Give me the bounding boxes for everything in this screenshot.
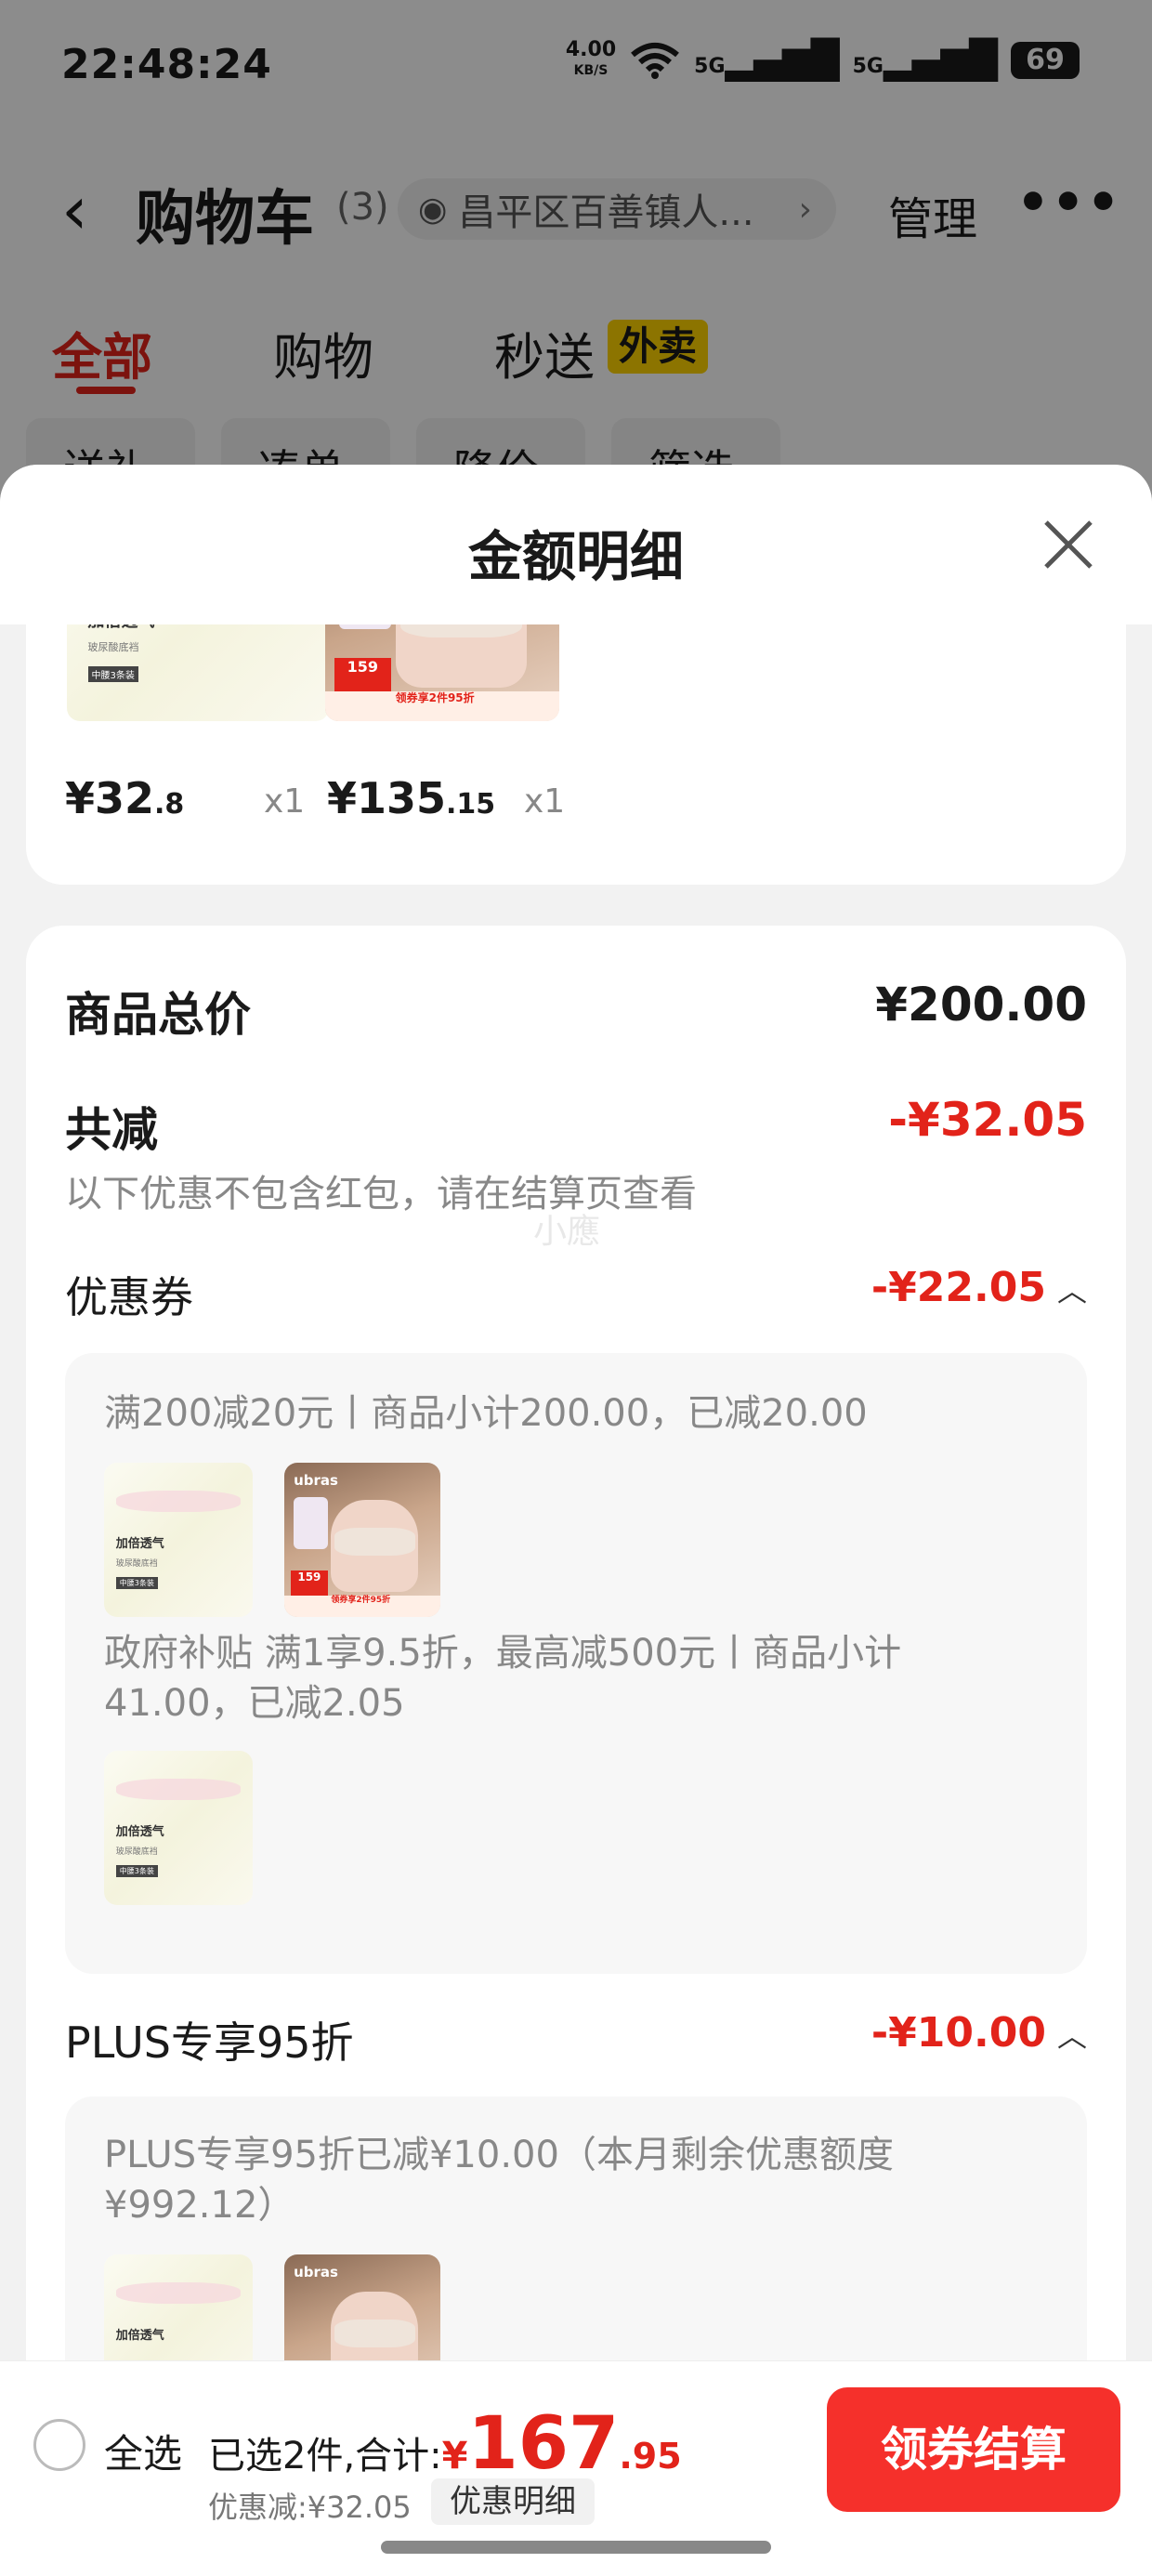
item-qty: x1 <box>524 782 566 821</box>
coupon-label: 优惠券 <box>65 1272 193 1322</box>
coupon-line-2: 政府补贴 满1享9.5折，最高减500元丨商品小计41.00，已减2.05 <box>104 1632 902 1725</box>
plus-toggle[interactable]: -¥10.00 ︿ <box>871 2009 1087 2057</box>
thumb-subtitle: 玻尿酸底裆 <box>87 640 139 653</box>
product-thumb-bra: ubras 159 领券享2件95折 <box>284 1463 440 1617</box>
item-price-int: ¥32 <box>65 773 155 823</box>
thumb-decoration <box>115 1778 242 1801</box>
summary-card: 商品总价 ¥200.00 共减 -¥32.05 以下优惠不包含红包，请在结算页查… <box>26 926 1126 2576</box>
thumb-title: 加倍透气 <box>115 1537 164 1552</box>
plus-value: -¥10.00 <box>871 2009 1046 2057</box>
thumb-subtitle: 玻尿酸底裆 <box>115 1847 158 1858</box>
item-price: ¥32.8 <box>65 773 184 823</box>
reduce-value: -¥32.05 <box>888 1093 1087 1147</box>
amount-detail-sheet: 金额明细 加倍透气 玻尿酸底裆 中腰3条装 159 领券享2件95折 ¥32.8… <box>0 465 1152 2576</box>
total-decimal: .95 <box>619 2436 682 2477</box>
plus-label: PLUS专享95折 <box>65 2017 354 2068</box>
sheet-header: 金额明细 <box>0 465 1152 624</box>
select-all-radio[interactable] <box>33 2419 85 2471</box>
item-price-dec: .8 <box>154 788 185 821</box>
thumb-mini-product <box>294 1496 329 1549</box>
thumb-tag: 中腰3条装 <box>115 1864 158 1877</box>
total-line: 已选2件,合计:¥167.95 <box>208 2402 682 2486</box>
item-price-dec: .15 <box>446 788 496 821</box>
thumb-price-tag: 159 <box>334 658 391 692</box>
thumb-promo-strip: 领券享2件95折 <box>325 691 559 721</box>
coupon-toggle[interactable]: -¥22.05 ︿ <box>871 1264 1087 1311</box>
item-price-int: ¥135 <box>327 773 447 823</box>
discount-detail-button[interactable]: 优惠明细 <box>431 2478 595 2525</box>
thumb-promo-strip: 领券享2件95折 <box>284 1595 440 1617</box>
reduce-note: 以下优惠不包含红包，请在结算页查看 <box>65 1173 697 1216</box>
thumb-tag: 中腰3条装 <box>87 666 138 683</box>
close-icon[interactable] <box>1041 517 1096 572</box>
total-integer: 167 <box>467 2402 620 2486</box>
item-price: ¥135.15 <box>327 773 495 823</box>
home-indicator[interactable] <box>381 2541 771 2554</box>
watermark: 小應 <box>533 1213 601 1251</box>
select-all-label[interactable]: 全选 <box>104 2423 182 2479</box>
thumb-subtitle: 玻尿酸底裆 <box>115 1559 158 1570</box>
plus-line-1: PLUS专享95折已减¥10.00（本月剩余优惠额度¥992.12） <box>104 2134 894 2227</box>
total-currency: ¥ <box>441 2435 468 2477</box>
total-label: 商品总价 <box>65 988 251 1042</box>
chevron-up-icon: ︿ <box>1056 1273 1087 1308</box>
discount-text: 优惠减:¥32.05 <box>208 2490 412 2525</box>
chevron-up-icon: ︿ <box>1056 2018 1087 2054</box>
thumb-decoration <box>115 2281 242 2305</box>
thumb-garment <box>334 1527 416 1556</box>
sheet-title: 金额明细 <box>467 525 684 588</box>
coupon-detail-panel: 满200减20元丨商品小计200.00，已减20.00 加倍透气 玻尿酸底裆 中… <box>65 1353 1087 1974</box>
thumb-title: 加倍透气 <box>115 2329 164 2344</box>
reduce-label: 共减 <box>65 1103 158 1157</box>
thumb-brand: ubras <box>294 1471 338 1489</box>
dim-overlay[interactable] <box>0 0 1152 520</box>
coupon-value: -¥22.05 <box>871 1264 1046 1311</box>
thumb-price-tag: 159 <box>290 1571 329 1596</box>
thumb-tag: 中腰3条装 <box>115 1576 158 1589</box>
coupon-line-1: 满200减20元丨商品小计200.00，已减20.00 <box>104 1392 868 1435</box>
thumb-title: 加倍透气 <box>115 1825 164 1840</box>
total-value: ¥200.00 <box>875 978 1087 1032</box>
thumb-decoration <box>115 1490 242 1513</box>
item-qty: x1 <box>264 782 306 821</box>
thumb-brand: ubras <box>294 2263 338 2280</box>
checkout-button[interactable]: 领券结算 <box>827 2387 1120 2512</box>
thumb-garment <box>334 2319 416 2347</box>
product-thumb-panty: 加倍透气 玻尿酸底裆 中腰3条装 <box>104 1751 253 1905</box>
selected-text: 已选2件,合计: <box>208 2435 442 2477</box>
product-thumb-panty: 加倍透气 玻尿酸底裆 中腰3条装 <box>104 1463 253 1617</box>
